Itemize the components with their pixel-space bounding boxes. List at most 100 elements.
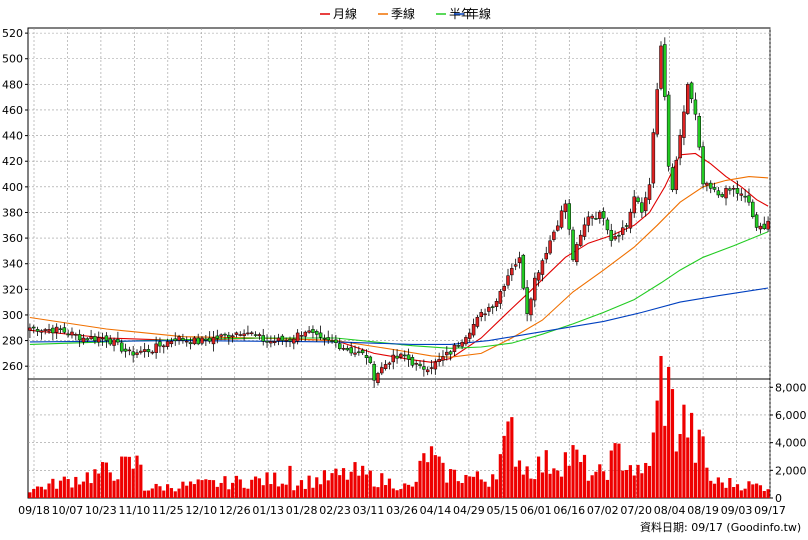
volume-bar xyxy=(403,483,407,498)
volume-bar xyxy=(563,452,567,498)
candle-body-up xyxy=(705,182,709,186)
candle-body-up xyxy=(165,341,170,347)
candle-body-down xyxy=(131,351,135,356)
candle-body-up xyxy=(552,231,556,240)
candle-body-down xyxy=(735,188,740,194)
volume-bar xyxy=(456,481,460,498)
volume-bar xyxy=(250,479,254,498)
volume-bar xyxy=(162,490,166,498)
volume-bar xyxy=(78,484,82,498)
candle-body-up xyxy=(513,264,518,267)
candle-body-up xyxy=(429,367,434,369)
candle-body-down xyxy=(395,355,399,359)
volume-bar xyxy=(257,478,261,498)
price-tick-label: 340 xyxy=(2,258,23,271)
candle-body-up xyxy=(506,275,510,286)
volume-bar xyxy=(433,455,437,498)
candle-body-up xyxy=(399,353,403,358)
volume-bar xyxy=(678,434,682,498)
volume-bar xyxy=(670,389,675,498)
legend-label-quarter: 季線 xyxy=(391,6,415,21)
price-tick-label: 420 xyxy=(2,155,23,168)
volume-bar xyxy=(724,487,728,498)
candle-body-up xyxy=(613,236,617,240)
candle-body-down xyxy=(330,340,334,342)
candle-body-up xyxy=(563,203,568,213)
price-tick-label: 300 xyxy=(2,309,23,322)
volume-bar xyxy=(755,483,759,498)
volume-bar xyxy=(651,432,655,498)
volume-bar xyxy=(280,483,284,498)
candle-body-down xyxy=(743,195,747,198)
candle-body-up xyxy=(433,361,438,370)
candle-body-up xyxy=(598,211,602,219)
volume-bar xyxy=(693,462,698,498)
candle-body-up xyxy=(230,335,235,338)
volume-bar xyxy=(517,460,522,498)
date-tick-label: 09/18 xyxy=(18,504,50,517)
candle-body-up xyxy=(295,332,300,342)
candle-body-up xyxy=(70,331,74,336)
volume-bar xyxy=(208,479,212,498)
volume-bar xyxy=(341,468,346,498)
volume-bar xyxy=(686,437,690,498)
date-tick-label: 01/28 xyxy=(286,504,318,517)
volume-bar xyxy=(556,470,560,498)
candle-body-down xyxy=(689,82,694,100)
candle-body-up xyxy=(249,332,254,335)
candle-body-up xyxy=(559,210,564,228)
date-tick-label: 08/19 xyxy=(687,504,719,517)
candle-body-down xyxy=(108,338,112,345)
candle-body-up xyxy=(758,225,763,230)
volume-tick-label: 8,000 xyxy=(775,381,807,394)
candle-body-up xyxy=(242,333,246,337)
candle-body-down xyxy=(456,345,461,347)
volume-bar xyxy=(747,481,751,498)
candle-body-down xyxy=(372,364,376,381)
candle-body-down xyxy=(448,351,453,355)
price-tick-label: 500 xyxy=(2,53,23,66)
date-tick-label: 10/07 xyxy=(52,504,84,517)
volume-bar xyxy=(372,486,376,498)
candle-body-down xyxy=(85,338,90,341)
volume-bar xyxy=(697,429,701,498)
volume-bar xyxy=(701,436,705,498)
date-tick-label: 12/10 xyxy=(185,504,217,517)
candle-body-down xyxy=(337,343,342,349)
candle-body-down xyxy=(326,337,330,341)
candle-body-up xyxy=(169,340,174,345)
candle-body-down xyxy=(571,229,575,261)
candle-body-up xyxy=(257,334,262,337)
candle-body-down xyxy=(525,287,529,314)
candle xyxy=(655,82,659,138)
volume-bar xyxy=(349,471,353,498)
candle-body-up xyxy=(437,358,441,362)
volume-bar xyxy=(265,472,269,498)
volume-bar xyxy=(728,478,732,498)
volume-bar xyxy=(502,435,506,498)
price-tick-label: 280 xyxy=(2,335,23,348)
candle-body-down xyxy=(410,357,415,366)
candle-body-up xyxy=(651,132,656,184)
volume-bar xyxy=(158,486,162,498)
volume-tick-label: 2,000 xyxy=(775,464,807,477)
volume-bar xyxy=(609,450,613,498)
date-tick-label: 03/11 xyxy=(353,504,385,517)
volume-bar xyxy=(624,469,629,498)
volume-bar xyxy=(437,456,441,498)
volume-bar xyxy=(689,412,694,498)
candle-body-down xyxy=(35,329,40,332)
candle-body-up xyxy=(200,337,204,344)
volume-bar xyxy=(739,490,743,498)
volume-bar xyxy=(368,470,372,498)
candle-body-down xyxy=(357,351,361,354)
candle-body-up xyxy=(234,332,239,335)
candle-body-up xyxy=(739,193,744,196)
volume-bar xyxy=(479,479,483,498)
candle-body-down xyxy=(116,339,120,343)
volume-bar xyxy=(598,464,602,498)
volume-bar xyxy=(200,480,204,498)
volume-bar xyxy=(58,480,63,498)
price-tick-label: 520 xyxy=(2,27,23,40)
candle-body-down xyxy=(62,327,67,333)
